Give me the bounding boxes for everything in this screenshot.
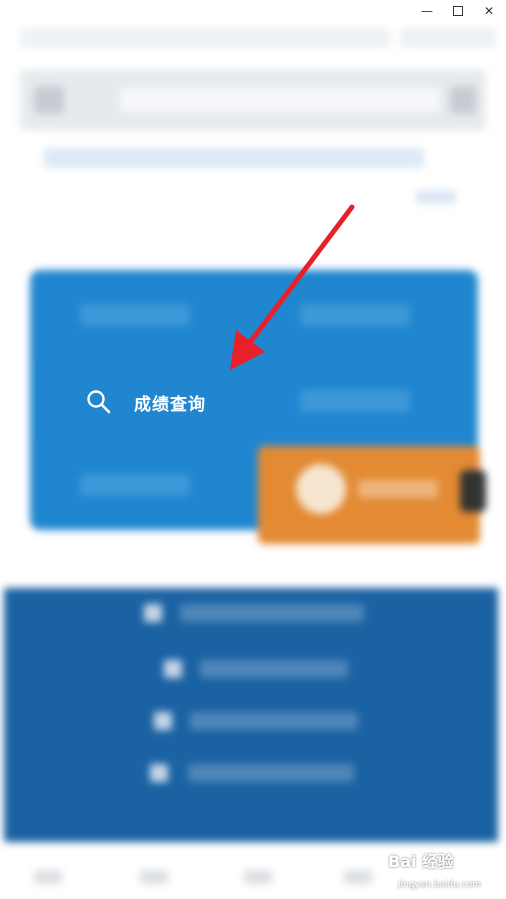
app-header [20,70,486,130]
footer-links [4,588,498,842]
footer-icon [154,712,172,730]
footer-icon [164,660,182,678]
maximize-button[interactable] [447,2,469,20]
footer-link[interactable] [190,712,358,730]
watermark-url: jingyan.baidu.com [398,880,482,890]
app-header-title [120,88,440,112]
watermark-logo: Bai 经验 [388,852,455,871]
address-bar-extra [400,28,496,48]
score-query-label: 成绩查询 [134,394,206,415]
blurred-app-content [0,22,506,899]
menu-icon[interactable] [450,86,476,114]
more-link[interactable] [416,190,456,204]
nav-item-icon[interactable] [344,870,372,884]
footer-link[interactable] [200,660,348,678]
minimize-button[interactable]: — [416,2,438,20]
back-icon[interactable] [34,86,64,114]
footer-icon [144,604,162,622]
featured-service-label [358,480,438,498]
nav-home-icon[interactable] [34,870,62,884]
score-query-button[interactable]: 成绩查询 [36,364,244,440]
maximize-icon [453,6,463,16]
window-titlebar: — ✕ [0,0,506,22]
address-bar[interactable] [20,28,390,48]
footer-icon [150,764,168,782]
service-item[interactable] [80,304,190,326]
search-icon [86,389,112,415]
service-item[interactable] [300,304,410,326]
service-item[interactable] [300,390,410,412]
footer-link[interactable] [180,604,364,622]
footer-link[interactable] [188,764,354,782]
close-button[interactable]: ✕ [478,2,500,20]
floating-handle[interactable] [460,470,486,512]
nav-item-icon[interactable] [140,870,168,884]
service-item[interactable] [80,474,190,496]
nav-item-icon[interactable] [244,870,272,884]
featured-service-icon [296,464,346,514]
notice-banner[interactable] [44,148,424,168]
